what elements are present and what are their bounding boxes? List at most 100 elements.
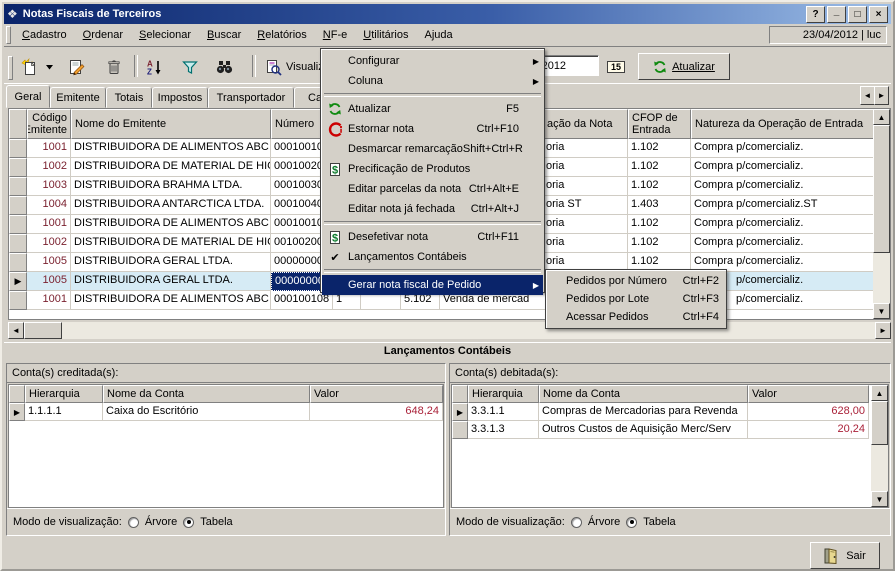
cell-nome[interactable]: DISTRIBUIDORA DE ALIMENTOS ABC LTDA. xyxy=(71,291,271,310)
hscroll-thumb[interactable] xyxy=(24,322,62,339)
header-indicator[interactable] xyxy=(9,109,27,139)
account-row[interactable]: 3.3.1.3Outros Custos de Aquisição Merc/S… xyxy=(452,421,869,439)
cell-codigo[interactable]: 1001 xyxy=(27,291,71,310)
menubar-grip[interactable] xyxy=(6,26,11,44)
radio-tabela-label[interactable]: Tabela xyxy=(200,516,232,528)
menu-item-desefetivar-nota[interactable]: $Desefetivar notaCtrl+F11 xyxy=(322,227,543,247)
cell-natureza[interactable]: Compra p/comercializ. xyxy=(691,158,875,177)
cell-cfop[interactable]: 1.102 xyxy=(628,215,691,234)
header-nome[interactable]: Nome do Emitente xyxy=(71,109,271,139)
scroll-down-icon[interactable]: ▼ xyxy=(873,303,890,319)
row-indicator[interactable] xyxy=(9,215,27,234)
cell-codigo[interactable]: 1005 xyxy=(27,253,71,272)
delete-note-button[interactable] xyxy=(100,53,128,81)
menu-item-estornar-nota[interactable]: Estornar notaCtrl+F10 xyxy=(322,119,543,139)
radio-tabela[interactable] xyxy=(626,517,637,528)
menu-item-configurar[interactable]: Configurar▶ xyxy=(322,51,543,71)
menu-item-editar-nota-ja-fechada[interactable]: Editar nota já fechadaCtrl+Alt+J xyxy=(322,199,543,219)
cell-nome[interactable]: DISTRIBUIDORA DE ALIMENTOS ABC LTDA. xyxy=(71,215,271,234)
menu-item-precificacao-de-produtos[interactable]: $Precificação de Produtos xyxy=(322,159,543,179)
menubar-item-selecionar[interactable]: Selecionar xyxy=(131,26,199,44)
sort-button[interactable]: A Z xyxy=(140,53,168,81)
submenu-item-acessar-pedidos[interactable]: Acessar PedidosCtrl+F4 xyxy=(547,308,725,326)
new-note-button[interactable] xyxy=(15,53,43,81)
radio-arvore-label[interactable]: Árvore xyxy=(145,516,177,528)
radio-arvore[interactable] xyxy=(571,517,582,528)
grid-horizontal-scrollbar[interactable]: ◄ ► xyxy=(8,322,891,339)
row-indicator[interactable] xyxy=(9,196,27,215)
cell-nome[interactable]: DISTRIBUIDORA GERAL LTDA. xyxy=(71,272,271,291)
cell-hierarquia[interactable]: 1.1.1.1 xyxy=(25,403,103,421)
account-header-valor[interactable]: Valor xyxy=(748,385,869,403)
menu-item-gerar-nota-fiscal-de-pedido[interactable]: Gerar nota fiscal de Pedido▶ xyxy=(322,275,543,295)
cell-valor[interactable]: 20,24 xyxy=(748,421,869,439)
row-indicator[interactable] xyxy=(9,291,27,310)
row-indicator[interactable] xyxy=(9,139,27,158)
submenu-item-pedidos-por-lote[interactable]: Pedidos por LoteCtrl+F3 xyxy=(547,290,725,308)
header-codigo[interactable]: CódigoEmitente xyxy=(27,109,71,139)
cell-nome[interactable]: DISTRIBUIDORA DE ALIMENTOS ABC LTDA. xyxy=(71,139,271,158)
account-header-nome-da-conta[interactable]: Nome da Conta xyxy=(539,385,748,403)
scroll-right-icon[interactable]: ► xyxy=(875,322,891,339)
menu-item-coluna[interactable]: Coluna▶ xyxy=(322,71,543,91)
cell-nome[interactable]: DISTRIBUIDORA GERAL LTDA. xyxy=(71,253,271,272)
toolbar-grip[interactable] xyxy=(8,56,13,80)
cell-cfop[interactable]: 1.102 xyxy=(628,234,691,253)
cell-natureza[interactable]: Compra p/comercializ.ST xyxy=(691,196,875,215)
sair-button[interactable]: Sair xyxy=(810,542,880,569)
header-cfop[interactable]: CFOP deEntrada xyxy=(628,109,691,139)
submenu-item-pedidos-por-numero[interactable]: Pedidos por NúmeroCtrl+F2 xyxy=(547,272,725,290)
cell-hierarquia[interactable]: 3.3.1.1 xyxy=(468,403,539,421)
cell-hierarquia[interactable]: 3.3.1.3 xyxy=(468,421,539,439)
row-indicator[interactable] xyxy=(9,253,27,272)
maximize-button[interactable]: □ xyxy=(848,6,867,23)
menubar-item-cadastro[interactable]: Cadastro xyxy=(14,26,75,44)
cell-cfop[interactable]: 1.102 xyxy=(628,177,691,196)
tab-impostos[interactable]: Impostos xyxy=(152,87,208,108)
header-natureza[interactable]: Natureza da Operação de Entrada xyxy=(691,109,875,139)
edit-note-button[interactable] xyxy=(62,53,90,81)
row-indicator[interactable] xyxy=(9,158,27,177)
menu-item-atualizar[interactable]: AtualizarF5 xyxy=(322,99,543,119)
cell-codigo[interactable]: 1005 xyxy=(27,272,71,291)
cell-natureza[interactable]: Compra p/comercializ. xyxy=(691,139,875,158)
tab-transportador[interactable]: Transportador xyxy=(208,87,294,108)
radio-tabela-label[interactable]: Tabela xyxy=(643,516,675,528)
vscroll-thumb[interactable] xyxy=(873,125,890,253)
row-indicator[interactable]: ▶ xyxy=(9,272,27,291)
cell-natureza[interactable]: Compra p/comercializ. xyxy=(691,177,875,196)
atualizar-button[interactable]: Atualizar xyxy=(638,53,730,80)
grid-vertical-scrollbar[interactable]: ▲ ▼ xyxy=(873,109,890,319)
cell-codigo[interactable]: 1002 xyxy=(27,158,71,177)
tab-emitente[interactable]: Emitente xyxy=(50,87,106,108)
cell-codigo[interactable]: 1001 xyxy=(27,139,71,158)
account-header-hierarquia[interactable]: Hierarquia xyxy=(468,385,539,403)
cell-nome[interactable]: DISTRIBUIDORA BRAHMA LTDA. xyxy=(71,177,271,196)
menu-item-editar-parcelas-da-nota[interactable]: Editar parcelas da notaCtrl+Alt+E xyxy=(322,179,543,199)
radio-arvore-label[interactable]: Árvore xyxy=(588,516,620,528)
tab-scroll-left[interactable]: ◄ xyxy=(860,86,875,105)
account-header-nome-da-conta[interactable]: Nome da Conta xyxy=(103,385,310,403)
account-row[interactable]: ▶3.3.1.1Compras de Mercadorias para Reve… xyxy=(452,403,869,421)
cell-codigo[interactable]: 1001 xyxy=(27,215,71,234)
menubar-item-ajuda[interactable]: Ajuda xyxy=(416,26,460,44)
scroll-down-icon[interactable]: ▼ xyxy=(871,491,888,507)
cell-nome-conta[interactable]: Outros Custos de Aquisição Merc/Serv xyxy=(539,421,748,439)
filter-button[interactable] xyxy=(176,53,204,81)
search-button[interactable] xyxy=(210,53,238,81)
cell-cfop[interactable]: 1.403 xyxy=(628,196,691,215)
menubar-item-utilitarios[interactable]: Utilitários xyxy=(355,26,416,44)
cell-natureza[interactable]: Compra p/comercializ. xyxy=(691,234,875,253)
cell-nome-conta[interactable]: Compras de Mercadorias para Revenda xyxy=(539,403,748,421)
cell-codigo[interactable]: 1003 xyxy=(27,177,71,196)
new-note-dropdown[interactable] xyxy=(42,53,57,81)
tab-totais[interactable]: Totais xyxy=(106,87,152,108)
cell-natureza[interactable]: Compra p/comercializ. xyxy=(691,215,875,234)
cell-nome[interactable]: DISTRIBUIDORA DE MATERIAL DE HIGIENE xyxy=(71,158,271,177)
cell-valor[interactable]: 628,00 xyxy=(748,403,869,421)
menubar-item-buscar[interactable]: Buscar xyxy=(199,26,249,44)
cell-nome[interactable]: DISTRIBUIDORA ANTARCTICA LTDA. xyxy=(71,196,271,215)
cell-nome-conta[interactable]: Caixa do Escritório xyxy=(103,403,310,421)
cell-codigo[interactable]: 1002 xyxy=(27,234,71,253)
row-indicator[interactable] xyxy=(9,177,27,196)
